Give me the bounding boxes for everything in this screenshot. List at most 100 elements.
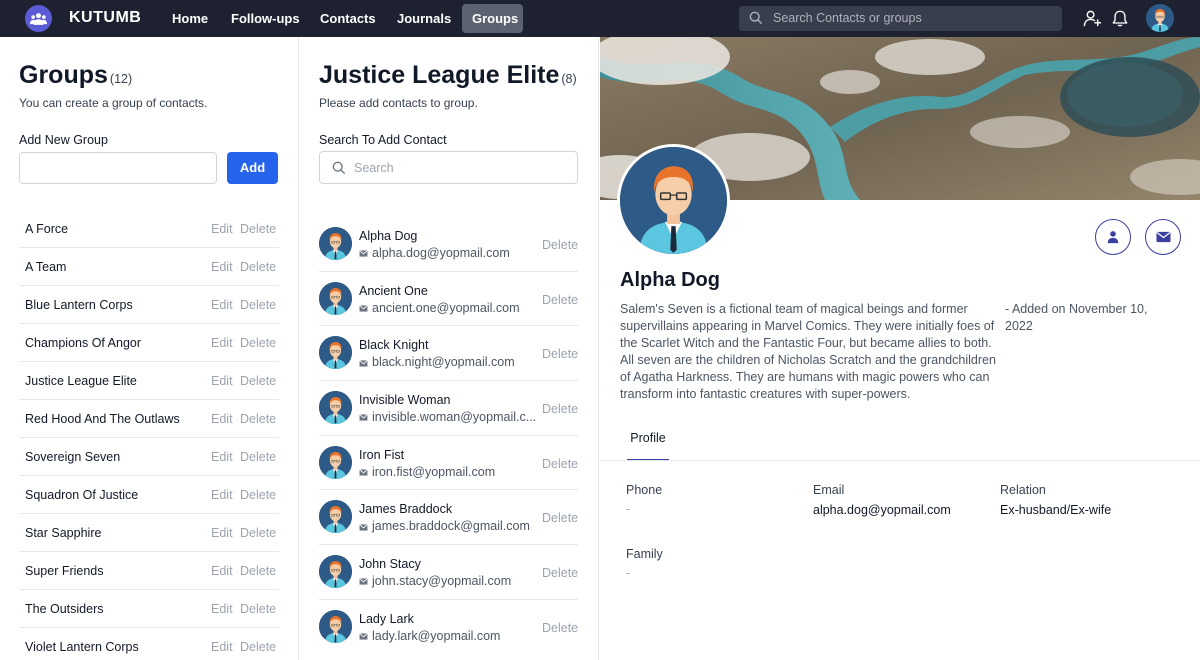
group-name[interactable]: Star Sapphire bbox=[25, 526, 101, 540]
edit-group-button[interactable]: Edit bbox=[211, 412, 233, 426]
remove-contact-button[interactable]: Delete bbox=[542, 511, 578, 525]
contact-name[interactable]: Black Knight bbox=[359, 338, 428, 352]
edit-group-button[interactable]: Edit bbox=[211, 336, 233, 350]
delete-group-button[interactable]: Delete bbox=[240, 564, 276, 578]
nav-groups[interactable]: Groups bbox=[462, 4, 523, 33]
delete-group-button[interactable]: Delete bbox=[240, 374, 276, 388]
delete-group-button[interactable]: Delete bbox=[240, 298, 276, 312]
brand-logo-icon[interactable] bbox=[25, 5, 52, 32]
global-search-input[interactable]: Search Contacts or groups bbox=[739, 6, 1062, 31]
contact-item[interactable]: James Braddock james.braddock@gmail.com … bbox=[319, 490, 578, 546]
edit-group-button[interactable]: Edit bbox=[211, 298, 233, 312]
contact-name[interactable]: Iron Fist bbox=[359, 448, 404, 462]
email-contact-button[interactable] bbox=[1145, 219, 1181, 255]
contact-item[interactable]: Invisible Woman invisible.woman@yopmail.… bbox=[319, 381, 578, 436]
contact-item[interactable]: John Stacy john.stacy@yopmail.com Delete bbox=[319, 545, 578, 600]
nav-journals[interactable]: Journals bbox=[387, 4, 461, 33]
group-name[interactable]: The Outsiders bbox=[25, 602, 104, 616]
remove-contact-button[interactable]: Delete bbox=[542, 566, 578, 580]
remove-contact-button[interactable]: Delete bbox=[542, 621, 578, 635]
edit-group-button[interactable]: Edit bbox=[211, 602, 233, 616]
delete-group-button[interactable]: Delete bbox=[240, 450, 276, 464]
brand-name[interactable]: KUTUMB bbox=[69, 9, 141, 27]
group-item[interactable]: Sovereign Seven Edit Delete bbox=[19, 438, 279, 476]
group-name[interactable]: Blue Lantern Corps bbox=[25, 298, 133, 312]
remove-contact-button[interactable]: Delete bbox=[542, 457, 578, 471]
edit-group-button[interactable]: Edit bbox=[211, 222, 233, 236]
group-item[interactable]: Violet Lantern Corps Edit Delete bbox=[19, 628, 279, 660]
remove-contact-button[interactable]: Delete bbox=[542, 347, 578, 361]
group-name[interactable]: Champions Of Angor bbox=[25, 336, 141, 350]
group-item[interactable]: Star Sapphire Edit Delete bbox=[19, 514, 279, 552]
group-item[interactable]: Squadron Of Justice Edit Delete bbox=[19, 476, 279, 514]
edit-group-button[interactable]: Edit bbox=[211, 564, 233, 578]
contact-name[interactable]: Ancient One bbox=[359, 284, 428, 298]
contact-email: invisible.woman@yopmail.c... bbox=[359, 410, 536, 424]
group-item[interactable]: Champions Of Angor Edit Delete bbox=[19, 324, 279, 362]
nav-follow-ups[interactable]: Follow-ups bbox=[221, 4, 310, 33]
view-contact-button[interactable] bbox=[1095, 219, 1131, 255]
edit-group-button[interactable]: Edit bbox=[211, 526, 233, 540]
group-name[interactable]: A Force bbox=[25, 222, 68, 236]
contact-name[interactable]: James Braddock bbox=[359, 502, 452, 516]
contact-name[interactable]: Lady Lark bbox=[359, 612, 414, 626]
contact-item[interactable]: Black Knight black.night@yopmail.com Del… bbox=[319, 326, 578, 382]
group-name[interactable]: A Team bbox=[25, 260, 66, 274]
add-user-icon[interactable] bbox=[1083, 9, 1102, 28]
delete-group-button[interactable]: Delete bbox=[240, 412, 276, 426]
contact-item[interactable]: Ancient One ancient.one@yopmail.com Dele… bbox=[319, 272, 578, 327]
group-name[interactable]: Squadron Of Justice bbox=[25, 488, 138, 502]
edit-group-button[interactable]: Edit bbox=[211, 450, 233, 464]
contact-email-text: invisible.woman@yopmail.c... bbox=[372, 410, 537, 425]
contact-name[interactable]: Invisible Woman bbox=[359, 393, 450, 407]
group-name[interactable]: Super Friends bbox=[25, 564, 104, 578]
group-item[interactable]: A Force Edit Delete bbox=[19, 210, 279, 248]
family-label: Family bbox=[626, 547, 663, 561]
edit-group-button[interactable]: Edit bbox=[211, 374, 233, 388]
group-name[interactable]: Violet Lantern Corps bbox=[25, 640, 139, 654]
delete-group-button[interactable]: Delete bbox=[240, 526, 276, 540]
delete-group-button[interactable]: Delete bbox=[240, 602, 276, 616]
delete-group-button[interactable]: Delete bbox=[240, 336, 276, 350]
edit-group-button[interactable]: Edit bbox=[211, 260, 233, 274]
delete-group-button[interactable]: Delete bbox=[240, 488, 276, 502]
bell-icon[interactable] bbox=[1111, 9, 1129, 28]
envelope-icon bbox=[359, 305, 368, 312]
remove-contact-button[interactable]: Delete bbox=[542, 402, 578, 416]
nav-contacts[interactable]: Contacts bbox=[310, 4, 386, 33]
edit-group-button[interactable]: Edit bbox=[211, 488, 233, 502]
group-item[interactable]: The Outsiders Edit Delete bbox=[19, 590, 279, 628]
group-name[interactable]: Red Hood And The Outlaws bbox=[25, 412, 180, 426]
group-name[interactable]: Justice League Elite bbox=[25, 374, 137, 388]
group-name[interactable]: Sovereign Seven bbox=[25, 450, 120, 464]
envelope-icon bbox=[359, 414, 368, 421]
user-avatar[interactable] bbox=[1146, 4, 1174, 32]
tab-profile[interactable]: Profile bbox=[627, 421, 669, 461]
delete-group-button[interactable]: Delete bbox=[240, 260, 276, 274]
delete-group-button[interactable]: Delete bbox=[240, 640, 276, 654]
group-item[interactable]: A Team Edit Delete bbox=[19, 248, 279, 286]
nav-home[interactable]: Home bbox=[162, 4, 218, 33]
new-group-input[interactable] bbox=[19, 152, 217, 184]
group-item[interactable]: Super Friends Edit Delete bbox=[19, 552, 279, 590]
search-contact-input[interactable]: Search bbox=[319, 151, 578, 184]
edit-group-button[interactable]: Edit bbox=[211, 640, 233, 654]
contact-item[interactable]: Lady Lark lady.lark@yopmail.com Delete bbox=[319, 600, 578, 655]
contact-item[interactable]: Alpha Dog alpha.dog@yopmail.com Delete bbox=[319, 217, 578, 272]
search-icon bbox=[749, 11, 763, 25]
contact-name[interactable]: John Stacy bbox=[359, 557, 421, 571]
add-group-button[interactable]: Add bbox=[227, 152, 278, 184]
group-item[interactable]: Blue Lantern Corps Edit Delete bbox=[19, 286, 279, 324]
contact-item[interactable]: Iron Fist iron.fist@yopmail.com Delete bbox=[319, 436, 578, 491]
remove-contact-button[interactable]: Delete bbox=[542, 293, 578, 307]
remove-contact-button[interactable]: Delete bbox=[542, 238, 578, 252]
group-item[interactable]: Justice League Elite Edit Delete bbox=[19, 362, 279, 400]
group-item[interactable]: Red Hood And The Outlaws Edit Delete bbox=[19, 400, 279, 438]
person-icon bbox=[1107, 231, 1119, 244]
envelope-icon bbox=[359, 469, 368, 476]
delete-group-button[interactable]: Delete bbox=[240, 222, 276, 236]
add-group-label: Add New Group bbox=[19, 133, 108, 147]
contact-name[interactable]: Alpha Dog bbox=[359, 229, 417, 243]
contact-email-text: alpha.dog@yopmail.com bbox=[372, 246, 510, 260]
contact-email-text: ancient.one@yopmail.com bbox=[372, 300, 520, 315]
